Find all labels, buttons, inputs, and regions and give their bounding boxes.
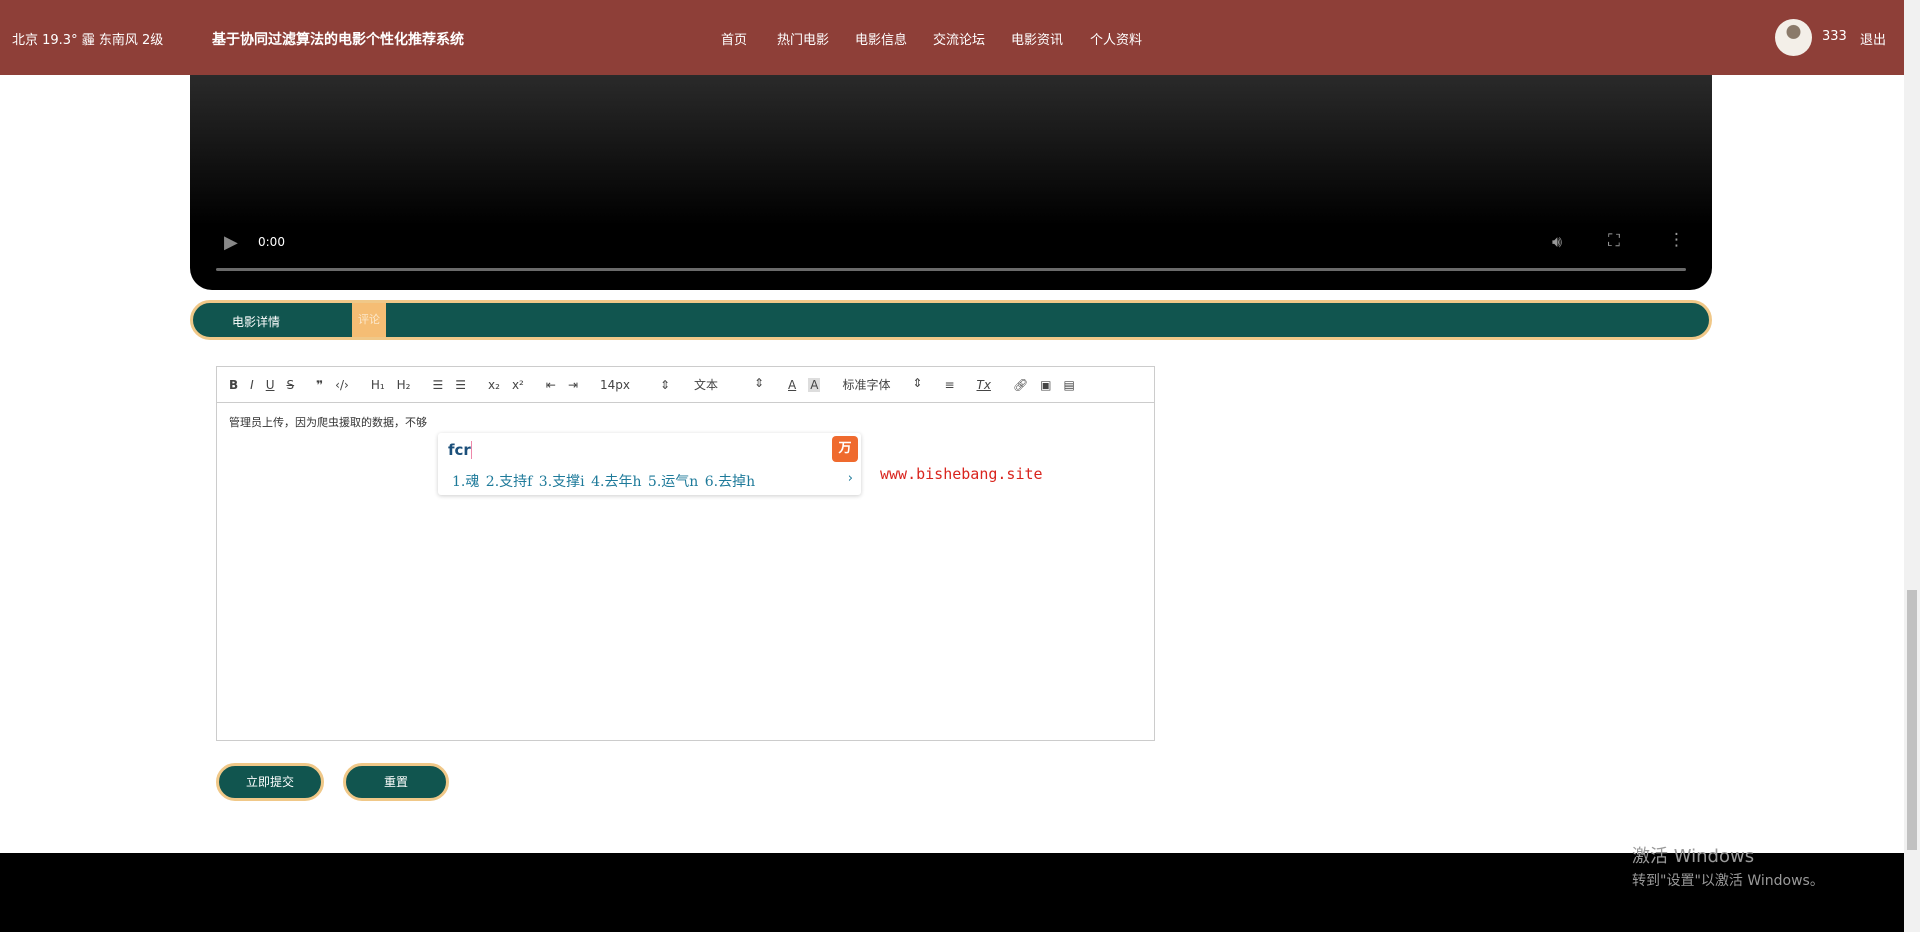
activation-title: 激活 Windows <box>1632 846 1755 867</box>
activation-hint: 转到"设置"以激活 Windows。 <box>1632 873 1824 889</box>
more-options-icon[interactable]: ⋮ <box>1668 230 1685 250</box>
nav-movie-news[interactable]: 电影资讯 <box>1011 29 1063 48</box>
background-color-icon[interactable]: A <box>808 377 821 392</box>
submit-button[interactable]: 立即提交 <box>216 763 324 801</box>
video-icon[interactable]: ▤ <box>1064 378 1075 392</box>
font-size-value: 14px <box>600 377 630 392</box>
watermark-url: www.bishebang.site <box>880 465 1043 483</box>
nav-forum[interactable]: 交流论坛 <box>933 29 985 48</box>
font-family-value: 标准字体 <box>842 378 891 392</box>
ime-candidates[interactable]: 1.魂 2.支持f 3.支撑i 4.去年h 5.运气n 6.去掉h <box>452 471 755 491</box>
bullet-list-icon[interactable]: ☰ <box>455 378 466 392</box>
reset-button[interactable]: 重置 <box>343 763 449 801</box>
code-icon[interactable]: ‹/› <box>335 378 349 392</box>
username[interactable]: 333 <box>1822 29 1847 44</box>
rich-text-editor[interactable]: B I U S ❞ ‹/› H₁ H₂ ☰ ☰ x₂ x² ⇤ ⇥ 14px ⇕ … <box>216 366 1155 741</box>
site-title: 基于协同过滤算法的电影个性化推荐系统 <box>212 32 464 48</box>
tab-movie-detail[interactable]: 电影详情 <box>232 313 280 330</box>
footer <box>0 853 1904 932</box>
italic-icon[interactable]: I <box>250 378 254 392</box>
nav-home[interactable]: 首页 <box>721 29 747 48</box>
scrollbar-thumb[interactable] <box>1907 590 1917 850</box>
ime-candidate-window: fcr 万 1.魂 2.支持f 3.支撑i 4.去年h 5.运气n 6.去掉h … <box>438 433 861 495</box>
ime-logo-icon: 万 <box>832 436 858 462</box>
volume-icon[interactable]: 🔊︎ <box>1552 232 1562 252</box>
outdent-icon[interactable]: ⇤ <box>546 378 556 392</box>
detail-tabs: 电影详情 评论 <box>190 300 1712 340</box>
align-icon[interactable]: ≡ <box>944 378 954 392</box>
text-type-select[interactable]: 文本 ⇕ <box>694 376 764 393</box>
top-navbar: 北京 19.3° 霾 东南风 2级 基于协同过滤算法的电影个性化推荐系统 首页 … <box>0 0 1904 75</box>
nav-profile[interactable]: 个人资料 <box>1090 29 1142 48</box>
indent-icon[interactable]: ⇥ <box>568 378 578 392</box>
h2-icon[interactable]: H₂ <box>397 378 411 392</box>
select-arrow-icon: ⇕ <box>753 376 764 390</box>
subscript-icon[interactable]: x₂ <box>488 378 500 392</box>
video-time: 0:00 <box>258 235 285 249</box>
select-arrow-icon: ⇕ <box>659 377 670 392</box>
blockquote-icon[interactable]: ❞ <box>316 378 323 392</box>
underline-icon[interactable]: U <box>266 378 275 392</box>
ime-input: fcr <box>448 441 472 459</box>
font-color-icon[interactable]: A <box>788 378 796 392</box>
nav-hot-movies[interactable]: 热门电影 <box>777 29 829 48</box>
clear-format-icon[interactable]: Tx <box>977 378 991 392</box>
h1-icon[interactable]: H₁ <box>371 378 385 392</box>
next-page-icon[interactable]: › <box>848 471 853 486</box>
link-icon[interactable]: 🔗︎ <box>1013 378 1028 392</box>
bold-icon[interactable]: B <box>229 378 238 392</box>
image-icon[interactable]: ▣ <box>1040 378 1051 392</box>
play-icon[interactable]: ▶ <box>224 232 238 253</box>
superscript-icon[interactable]: x² <box>512 378 524 392</box>
weather-info: 北京 19.3° 霾 东南风 2级 <box>12 33 164 48</box>
logout-link[interactable]: 退出 <box>1860 29 1886 48</box>
strike-icon[interactable]: S <box>287 378 295 392</box>
windows-activation-watermark: 激活 Windows 转到"设置"以激活 Windows。 <box>1632 845 1824 893</box>
tab-comments[interactable]: 评论 <box>352 303 386 337</box>
nav-movie-info[interactable]: 电影信息 <box>855 29 907 48</box>
text-type-value: 文本 <box>694 378 719 392</box>
font-family-select[interactable]: 标准字体 ⇕ <box>842 376 922 393</box>
editor-toolbar: B I U S ❞ ‹/› H₁ H₂ ☰ ☰ x₂ x² ⇤ ⇥ 14px ⇕ … <box>217 367 1154 403</box>
select-arrow-icon: ⇕ <box>912 376 923 390</box>
fullscreen-icon[interactable]: ⛶ <box>1608 231 1620 251</box>
font-size-select[interactable]: 14px ⇕ <box>600 378 670 392</box>
video-player[interactable]: ▶ 0:00 🔊︎ ⛶ ⋮ <box>190 75 1712 290</box>
avatar[interactable] <box>1775 19 1812 56</box>
video-progress-bar[interactable] <box>216 268 1686 271</box>
ordered-list-icon[interactable]: ☰ <box>433 378 444 392</box>
